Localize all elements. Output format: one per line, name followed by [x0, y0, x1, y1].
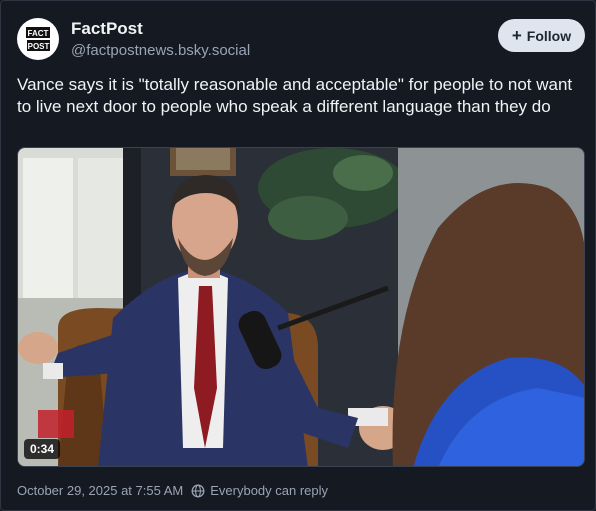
author-display-name[interactable]: FactPost: [71, 19, 143, 39]
video-duration: 0:34: [24, 439, 61, 459]
follow-label: Follow: [526, 27, 572, 44]
factpost-logo: FACT POST: [26, 27, 50, 51]
post-card[interactable]: FACT POST FactPost @factpostnews.bsky.so…: [0, 0, 596, 511]
reply-setting[interactable]: Everybody can reply: [191, 483, 328, 498]
globe-icon: [191, 484, 205, 497]
follow-button[interactable]: + Follow: [498, 19, 585, 52]
post-text: Vance says it is "totally reasonable and…: [17, 75, 573, 116]
svg-text:FACT: FACT: [28, 29, 49, 38]
video-player[interactable]: 0:34: [17, 147, 585, 467]
reply-setting-label: Everybody can reply: [210, 483, 329, 498]
author-handle[interactable]: @factpostnews.bsky.social: [71, 42, 250, 59]
video-thumbnail: [18, 148, 584, 466]
author-avatar[interactable]: FACT POST: [17, 18, 59, 60]
svg-text:POST: POST: [28, 42, 50, 51]
post-meta: October 29, 2025 at 7:55 AM Everybody ca…: [17, 483, 328, 498]
post-timestamp[interactable]: October 29, 2025 at 7:55 AM: [17, 483, 183, 498]
plus-icon: +: [511, 25, 522, 45]
